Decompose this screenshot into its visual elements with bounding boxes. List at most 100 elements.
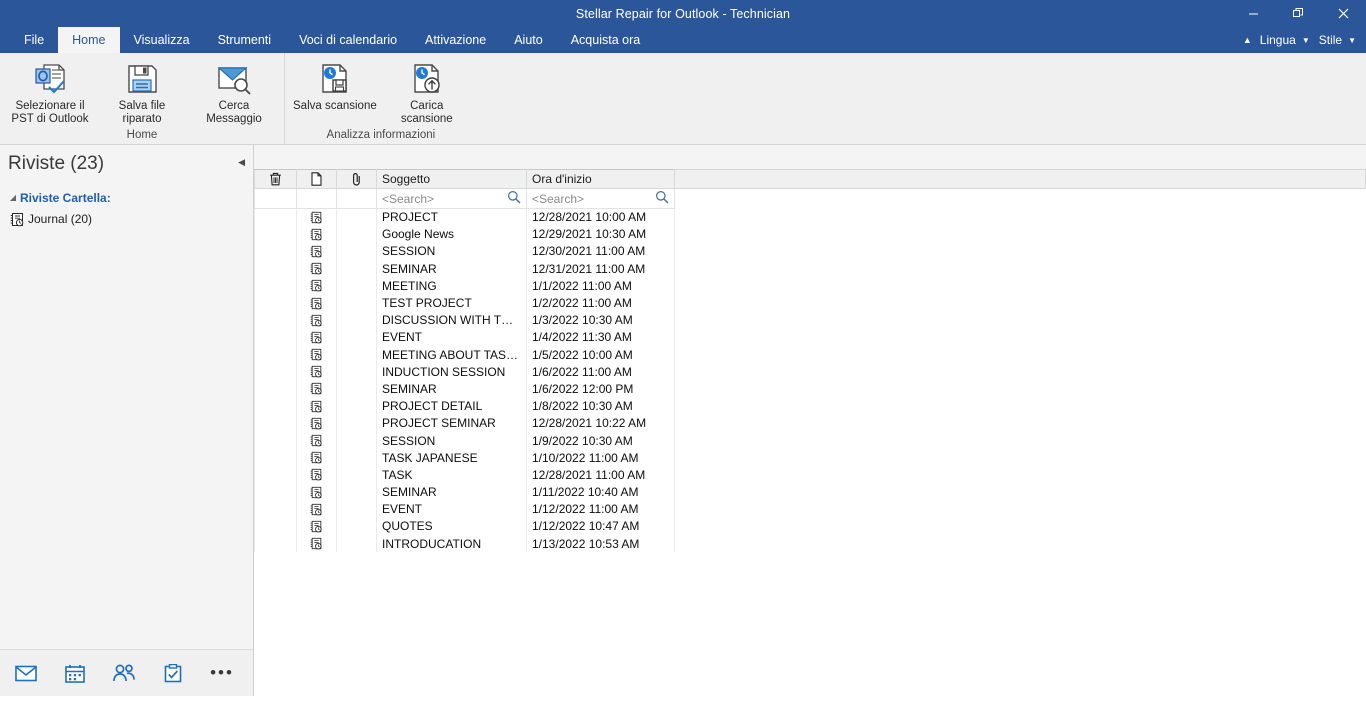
row-delete-cell[interactable]	[254, 311, 297, 329]
table-row[interactable]: INTRODUCATION 1/13/2022 10:53 AM	[254, 535, 1366, 553]
table-row[interactable]: SEMINAR 1/11/2022 10:40 AM	[254, 483, 1366, 501]
row-subject-cell[interactable]: PROJECT	[376, 208, 527, 226]
table-row[interactable]: EVENT 1/4/2022 11:30 AM	[254, 328, 1366, 346]
restore-button[interactable]	[1276, 0, 1321, 27]
row-subject-cell[interactable]: INTRODUCATION	[376, 535, 527, 553]
row-start-time-cell[interactable]: 1/13/2022 10:53 AM	[526, 535, 675, 553]
row-start-time-cell[interactable]: 1/3/2022 10:30 AM	[526, 311, 675, 329]
contacts-icon[interactable]	[110, 664, 138, 682]
row-delete-cell[interactable]	[254, 242, 297, 261]
row-start-time-cell[interactable]: 1/6/2022 12:00 PM	[526, 380, 675, 398]
table-row[interactable]: EVENT 1/12/2022 11:00 AM	[254, 500, 1366, 518]
row-delete-cell[interactable]	[254, 500, 297, 518]
row-start-time-cell[interactable]: 1/8/2022 10:30 AM	[526, 397, 675, 415]
minimize-button[interactable]	[1231, 0, 1276, 27]
tasks-icon[interactable]	[159, 663, 187, 683]
row-subject-cell[interactable]: PROJECT SEMINAR	[376, 414, 527, 432]
row-start-time-cell[interactable]: 1/6/2022 11:00 AM	[526, 363, 675, 381]
row-subject-cell[interactable]: SEMINAR	[376, 380, 527, 398]
row-start-time-cell[interactable]: 12/30/2021 11:00 AM	[526, 242, 675, 261]
row-subject-cell[interactable]: MEETING ABOUT TASK P...	[376, 346, 527, 364]
tab-attivazione[interactable]: Attivazione	[411, 27, 500, 53]
save-scan-button[interactable]: Salva scansione	[289, 59, 381, 113]
row-delete-cell[interactable]	[254, 414, 297, 432]
row-subject-cell[interactable]: TEST PROJECT	[376, 294, 527, 312]
expander-icon[interactable]: ◢	[6, 193, 20, 202]
search-cell-start-time[interactable]: <Search>	[526, 188, 675, 209]
row-start-time-cell[interactable]: 1/10/2022 11:00 AM	[526, 449, 675, 467]
row-subject-cell[interactable]: TASK JAPANESE	[376, 449, 527, 467]
row-start-time-cell[interactable]: 12/28/2021 11:00 AM	[526, 466, 675, 484]
row-start-time-cell[interactable]: 12/28/2021 10:00 AM	[526, 208, 675, 226]
row-subject-cell[interactable]: TASK	[376, 466, 527, 484]
table-row[interactable]: SEMINAR 12/31/2021 11:00 AM	[254, 260, 1366, 278]
row-delete-cell[interactable]	[254, 363, 297, 381]
column-header-delete[interactable]	[254, 169, 297, 189]
search-icon-subject[interactable]	[507, 190, 521, 207]
table-row[interactable]: SEMINAR 1/6/2022 12:00 PM	[254, 380, 1366, 398]
table-row[interactable]: MEETING 1/1/2022 11:00 AM	[254, 277, 1366, 295]
table-row[interactable]: SESSION 1/9/2022 10:30 AM	[254, 431, 1366, 450]
row-subject-cell[interactable]: PROJECT DETAIL	[376, 397, 527, 415]
tab-voci-di-calendario[interactable]: Voci di calendario	[285, 27, 411, 53]
tree-item-journal[interactable]: Journal (20)	[0, 208, 253, 230]
subject-search-input[interactable]: <Search>	[382, 192, 434, 206]
row-start-time-cell[interactable]: 1/11/2022 10:40 AM	[526, 483, 675, 501]
row-start-time-cell[interactable]: 1/12/2022 11:00 AM	[526, 500, 675, 518]
row-delete-cell[interactable]	[254, 294, 297, 312]
row-start-time-cell[interactable]: 1/4/2022 11:30 AM	[526, 328, 675, 346]
row-delete-cell[interactable]	[254, 449, 297, 467]
row-subject-cell[interactable]: SESSION	[376, 242, 527, 261]
tab-strumenti[interactable]: Strumenti	[204, 27, 286, 53]
row-delete-cell[interactable]	[254, 431, 297, 450]
row-subject-cell[interactable]: Google News	[376, 225, 527, 243]
find-message-button[interactable]: Cerca Messaggio	[188, 59, 280, 126]
chevron-down-icon-style[interactable]: ▼	[1347, 36, 1360, 45]
table-row[interactable]: SESSION 12/30/2021 11:00 AM	[254, 242, 1366, 261]
row-delete-cell[interactable]	[254, 328, 297, 346]
collapse-pane-icon[interactable]: ◀	[238, 157, 245, 168]
tree-root-riviste-cartella[interactable]: ◢ Riviste Cartella:	[0, 187, 253, 208]
more-options-icon[interactable]: •••	[208, 664, 236, 681]
row-delete-cell[interactable]	[254, 517, 297, 536]
table-row[interactable]: TASK 12/28/2021 11:00 AM	[254, 466, 1366, 484]
start-time-search-input[interactable]: <Search>	[532, 192, 584, 206]
row-start-time-cell[interactable]: 12/31/2021 11:00 AM	[526, 260, 675, 278]
column-header-attachment[interactable]	[336, 169, 377, 189]
table-row[interactable]: PROJECT SEMINAR 12/28/2021 10:22 AM	[254, 414, 1366, 432]
chevron-down-icon-language[interactable]: ▼	[1301, 36, 1314, 45]
style-button[interactable]: Stile	[1317, 33, 1344, 47]
mail-icon[interactable]	[12, 665, 40, 682]
row-delete-cell[interactable]	[254, 380, 297, 398]
tab-acquista-ora[interactable]: Acquista ora	[557, 27, 654, 53]
row-delete-cell[interactable]	[254, 535, 297, 553]
row-delete-cell[interactable]	[254, 277, 297, 295]
row-subject-cell[interactable]: SEMINAR	[376, 260, 527, 278]
row-delete-cell[interactable]	[254, 397, 297, 415]
tab-aiuto[interactable]: Aiuto	[500, 27, 557, 53]
tab-file[interactable]: File	[10, 27, 58, 53]
row-delete-cell[interactable]	[254, 483, 297, 501]
column-header-subject[interactable]: Soggetto	[376, 169, 527, 189]
row-delete-cell[interactable]	[254, 260, 297, 278]
row-subject-cell[interactable]: MEETING	[376, 277, 527, 295]
row-delete-cell[interactable]	[254, 208, 297, 226]
row-delete-cell[interactable]	[254, 346, 297, 364]
row-subject-cell[interactable]: SEMINAR	[376, 483, 527, 501]
table-row[interactable]: MEETING ABOUT TASK P... 1/5/2022 10:00 AM	[254, 346, 1366, 364]
save-repaired-file-button[interactable]: Salva file riparato	[96, 59, 188, 126]
table-row[interactable]: TEST PROJECT 1/2/2022 11:00 AM	[254, 294, 1366, 312]
table-row[interactable]: Google News 12/29/2021 10:30 AM	[254, 225, 1366, 243]
row-subject-cell[interactable]: DISCUSSION WITH TEAM	[376, 311, 527, 329]
search-cell-subject[interactable]: <Search>	[376, 188, 527, 209]
row-subject-cell[interactable]: SESSION	[376, 431, 527, 450]
load-scan-button[interactable]: Carica scansione	[381, 59, 473, 126]
table-row[interactable]: TASK JAPANESE 1/10/2022 11:00 AM	[254, 449, 1366, 467]
row-delete-cell[interactable]	[254, 466, 297, 484]
row-start-time-cell[interactable]: 1/2/2022 11:00 AM	[526, 294, 675, 312]
language-button[interactable]: Lingua	[1258, 33, 1298, 47]
column-header-document[interactable]	[296, 169, 337, 189]
row-subject-cell[interactable]: EVENT	[376, 328, 527, 346]
row-start-time-cell[interactable]: 1/12/2022 10:47 AM	[526, 517, 675, 536]
column-header-start-time[interactable]: Ora d'inizio	[526, 169, 675, 189]
